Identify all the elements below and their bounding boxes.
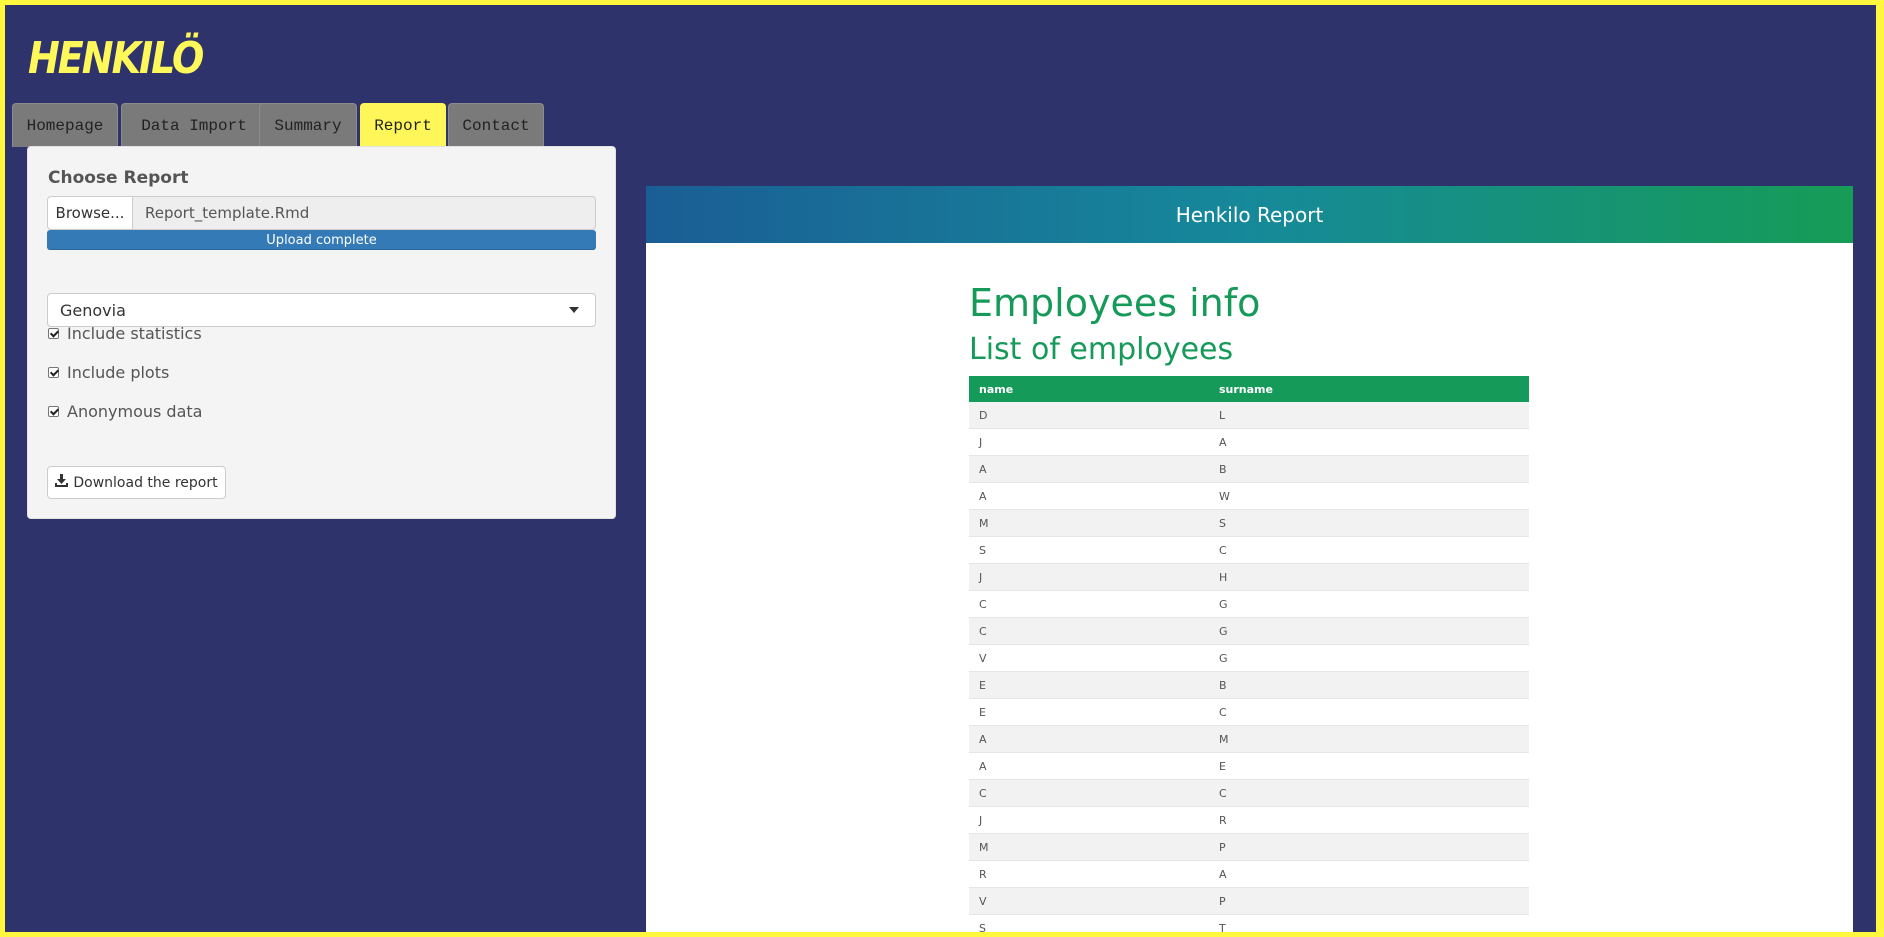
table-row: AB — [969, 455, 1529, 483]
surname-cell: T — [1209, 914, 1529, 932]
name-cell: A — [969, 725, 1209, 753]
checkbox-label: Include statistics — [67, 324, 202, 343]
name-cell: A — [969, 455, 1209, 483]
name-cell: V — [969, 644, 1209, 672]
anonymous-data-checkbox[interactable]: Anonymous data — [48, 402, 202, 421]
table-row: AM — [969, 725, 1529, 753]
name-cell: J — [969, 806, 1209, 834]
name-cell: A — [969, 482, 1209, 510]
name-cell: M — [969, 833, 1209, 861]
table-row: MS — [969, 509, 1529, 537]
tab-summary[interactable]: Summary — [259, 103, 357, 147]
sidebar-panel: Choose Report Browse... Report_template.… — [27, 146, 616, 519]
table-row: SC — [969, 536, 1529, 564]
surname-cell: S — [1209, 509, 1529, 537]
surname-cell: P — [1209, 833, 1529, 861]
name-cell: A — [969, 752, 1209, 780]
include-plots-checkbox[interactable]: Include plots — [48, 363, 169, 382]
table-row: AE — [969, 752, 1529, 780]
checkbox-label: Anonymous data — [67, 402, 203, 421]
table-row: CG — [969, 590, 1529, 618]
choose-report-label: Choose Report — [48, 168, 189, 188]
brand-logo: HENKILÖ — [28, 32, 204, 84]
surname-cell: G — [1209, 617, 1529, 645]
surname-cell: G — [1209, 644, 1529, 672]
upload-progress-bar: Upload complete — [47, 230, 596, 250]
report-preview: Henkilo Report Employees info List of em… — [646, 186, 1853, 932]
surname-cell: B — [1209, 455, 1529, 483]
table-row: AW — [969, 482, 1529, 510]
country-select[interactable]: Genovia — [47, 293, 596, 327]
table-row: CC — [969, 779, 1529, 807]
include-statistics-checkbox[interactable]: Include statistics — [48, 324, 202, 343]
column-header-surname: surname — [1209, 376, 1529, 402]
surname-cell: P — [1209, 887, 1529, 915]
surname-cell: L — [1209, 402, 1529, 429]
checkbox-checked-icon[interactable] — [48, 367, 59, 378]
tab-report[interactable]: Report — [360, 103, 446, 147]
surname-cell: C — [1209, 536, 1529, 564]
table-row: EC — [969, 698, 1529, 726]
name-cell: J — [969, 428, 1209, 456]
surname-cell: A — [1209, 860, 1529, 888]
table-row: CG — [969, 617, 1529, 645]
browse-button[interactable]: Browse... — [47, 196, 133, 230]
name-cell: D — [969, 402, 1209, 429]
employees-table: name surname DLJAABAWMSSCJHCGCGVGEBECAMA… — [969, 376, 1529, 932]
name-cell: J — [969, 563, 1209, 591]
surname-cell: W — [1209, 482, 1529, 510]
column-header-name: name — [969, 376, 1209, 402]
surname-cell: A — [1209, 428, 1529, 456]
table-row: DL — [969, 402, 1529, 429]
surname-cell: C — [1209, 698, 1529, 726]
download-icon — [55, 474, 69, 491]
surname-cell: G — [1209, 590, 1529, 618]
checkbox-label: Include plots — [67, 363, 170, 382]
name-cell: C — [969, 617, 1209, 645]
name-cell: E — [969, 698, 1209, 726]
name-cell: V — [969, 887, 1209, 915]
file-input: Browse... Report_template.Rmd — [47, 196, 596, 230]
table-row: EB — [969, 671, 1529, 699]
chevron-down-icon — [569, 307, 579, 313]
table-row: MP — [969, 833, 1529, 861]
download-report-label: Download the report — [73, 474, 218, 491]
table-row: ST — [969, 914, 1529, 932]
surname-cell: B — [1209, 671, 1529, 699]
surname-cell: H — [1209, 563, 1529, 591]
download-report-button[interactable]: Download the report — [47, 466, 226, 499]
surname-cell: E — [1209, 752, 1529, 780]
surname-cell: M — [1209, 725, 1529, 753]
table-row: JR — [969, 806, 1529, 834]
file-name-field[interactable]: Report_template.Rmd — [133, 196, 596, 230]
surname-cell: R — [1209, 806, 1529, 834]
tab-contact[interactable]: Contact — [448, 103, 544, 147]
country-select-value: Genovia — [60, 300, 126, 320]
tab-homepage[interactable]: Homepage — [12, 103, 118, 147]
name-cell: E — [969, 671, 1209, 699]
checkbox-checked-icon[interactable] — [48, 406, 59, 417]
name-cell: C — [969, 779, 1209, 807]
table-row: VG — [969, 644, 1529, 672]
name-cell: R — [969, 860, 1209, 888]
checkbox-checked-icon[interactable] — [48, 328, 59, 339]
tab-data-import[interactable]: Data Import — [121, 103, 267, 147]
report-subheading: List of employees — [969, 332, 1234, 367]
table-row: JH — [969, 563, 1529, 591]
table-row: RA — [969, 860, 1529, 888]
report-header: Henkilo Report — [646, 186, 1853, 243]
table-header-row: name surname — [969, 376, 1529, 402]
report-heading: Employees info — [969, 281, 1261, 325]
table-row: VP — [969, 887, 1529, 915]
table-row: JA — [969, 428, 1529, 456]
name-cell: C — [969, 590, 1209, 618]
name-cell: S — [969, 536, 1209, 564]
name-cell: S — [969, 914, 1209, 932]
surname-cell: C — [1209, 779, 1529, 807]
name-cell: M — [969, 509, 1209, 537]
